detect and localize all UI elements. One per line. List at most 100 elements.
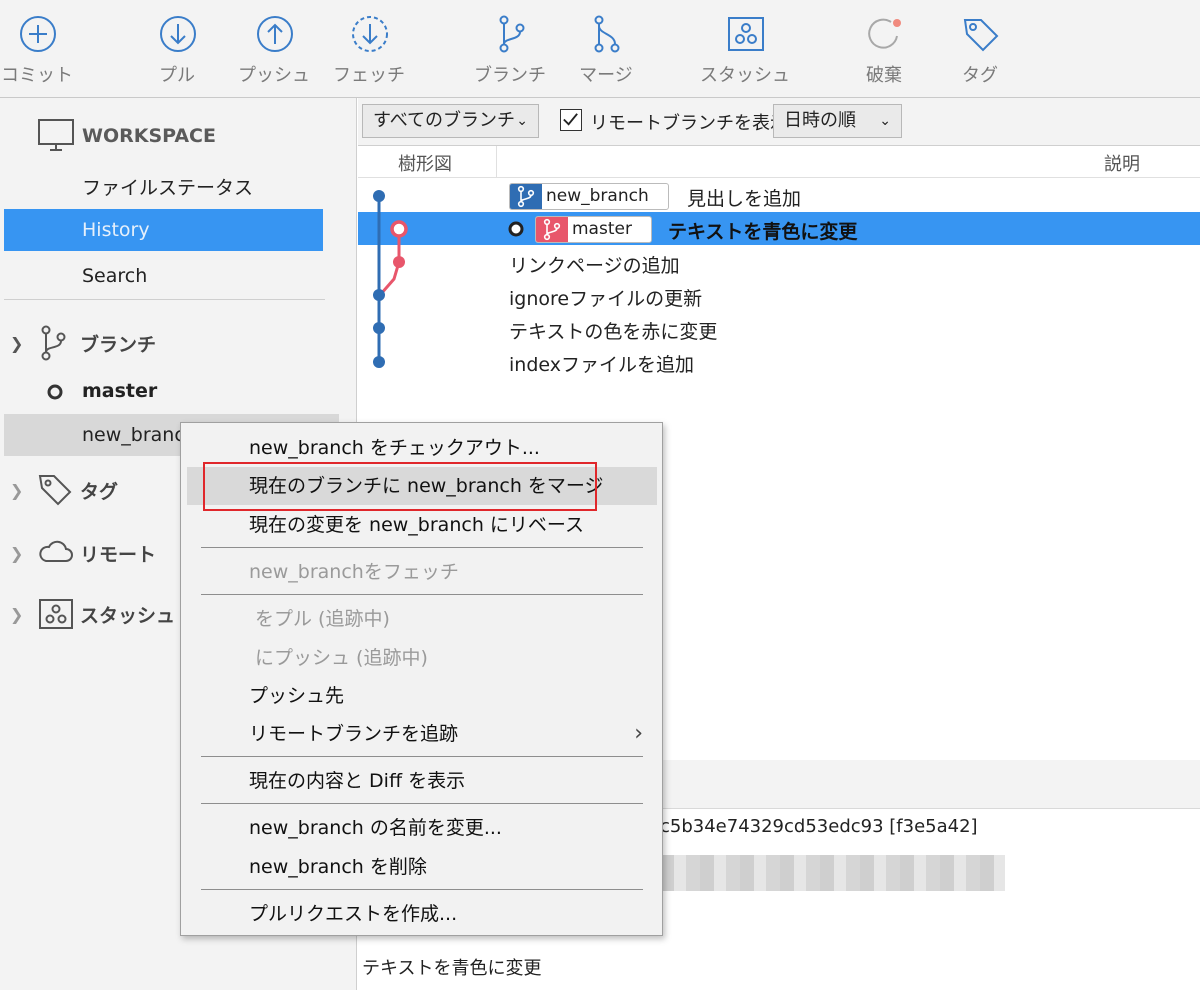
branch-button[interactable]: ブランチ — [465, 8, 555, 92]
menu-separator — [201, 547, 643, 548]
commit-message[interactable]: テキストを青色に変更 — [668, 217, 857, 244]
tag-icon — [963, 19, 999, 52]
description-column-header[interactable]: 説明 — [1104, 150, 1140, 176]
commit-label: コミット — [1, 65, 73, 86]
sidebar-item-history[interactable]: History — [4, 209, 323, 251]
branch-tag-new-branch[interactable]: new_branch — [509, 183, 669, 210]
chevron-right-icon: ❯ — [10, 605, 24, 624]
branch-name: master — [82, 380, 158, 402]
merge-label: マージ — [579, 65, 633, 86]
fetch-label: フェッチ — [333, 65, 405, 86]
menu-separator — [201, 594, 643, 595]
chevron-down-icon: ⌄ — [516, 113, 528, 129]
highlight-box — [203, 462, 597, 511]
branch-icon — [41, 325, 66, 361]
menu-item-track-remote[interactable]: リモートブランチを追跡 › — [187, 715, 657, 753]
menu-item-diff[interactable]: 現在の内容と Diff を表示 — [187, 762, 657, 800]
sort-select[interactable]: 日時の順 ⌄ — [773, 104, 902, 138]
stash-icon — [728, 17, 764, 51]
checkmark-icon — [563, 113, 578, 126]
discard-icon — [868, 18, 901, 49]
current-branch-icon — [47, 384, 63, 400]
sidebar-divider — [4, 299, 325, 300]
menu-item-push-to[interactable]: プッシュ先 — [187, 677, 657, 715]
filter-bar: すべてのブランチ ⌄ リモートブランチを表示 日時の順 ⌄ — [358, 98, 1200, 146]
commit-node — [373, 356, 385, 368]
download-icon — [160, 16, 196, 52]
chevron-right-icon: ❯ — [10, 481, 24, 500]
commit-node — [373, 322, 385, 334]
chevron-right-icon: ❯ — [10, 544, 24, 563]
branch-icon — [499, 15, 525, 53]
plus-circle-icon — [20, 16, 56, 52]
menu-item-create-pull-request[interactable]: プルリクエストを作成... — [187, 895, 657, 933]
branch-icon — [536, 217, 568, 242]
commit-hash: c5b34e74329cd53edc93 [f3e5a42] — [660, 816, 978, 837]
commit-node — [393, 256, 405, 268]
commit-button[interactable]: コミット — [0, 8, 82, 92]
menu-separator — [201, 889, 643, 890]
commit-node — [390, 220, 408, 238]
chevron-down-icon: ❯ — [10, 334, 24, 353]
toolbar: コミット プル プッシュ フェッチ ブランチ マージ スタッシュ 破棄 タグ — [0, 0, 1200, 98]
tag-icon — [38, 475, 72, 506]
commit-message[interactable]: 見出しを追加 — [687, 184, 801, 211]
branch-tag-label: master — [572, 219, 632, 239]
head-indicator-icon — [508, 221, 524, 237]
menu-item-pull-tracked: をプル (追跡中) — [255, 608, 390, 630]
cloud-icon — [39, 540, 73, 562]
stash-button[interactable]: スタッシュ — [700, 8, 790, 92]
branch-label: ブランチ — [474, 65, 546, 86]
commit-message[interactable]: テキストの色を赤に変更 — [509, 317, 717, 344]
branch-filter-value: すべてのブランチ — [373, 110, 516, 131]
branch-item-master[interactable]: master — [4, 370, 339, 412]
menu-item-rebase[interactable]: 現在の変更を new_branch にリベース — [187, 506, 657, 544]
stash-icon — [39, 599, 73, 629]
graph-column-header[interactable]: 樹形図 — [398, 150, 452, 176]
merge-icon — [594, 15, 620, 53]
commit-message[interactable]: ignoreファイルの更新 — [509, 284, 702, 311]
branch-tag-master[interactable]: master — [535, 216, 652, 243]
tag-label: タグ — [962, 65, 998, 86]
column-header: 樹形図 説明 — [358, 146, 1200, 178]
menu-item-rename[interactable]: new_branch の名前を変更... — [187, 809, 657, 847]
column-divider — [496, 146, 497, 178]
chevron-right-icon: › — [634, 721, 643, 746]
sidebar-item-search[interactable]: Search — [4, 255, 323, 297]
branch-tag-label: new_branch — [546, 186, 649, 206]
branches-label: ブランチ — [80, 334, 157, 356]
fetch-icon — [352, 16, 388, 52]
chevron-down-icon: ⌄ — [879, 113, 891, 129]
discard-label: 破棄 — [866, 65, 902, 86]
redacted-author — [660, 855, 1005, 891]
menu-item-label: リモートブランチを追跡 — [249, 723, 459, 745]
branch-filter-select[interactable]: すべてのブランチ ⌄ — [362, 104, 539, 138]
tags-label: タグ — [80, 481, 119, 503]
merge-button[interactable]: マージ — [561, 8, 651, 92]
branch-icon — [510, 184, 542, 209]
commit-message[interactable]: indexファイルを追加 — [509, 350, 694, 377]
push-label: プッシュ — [238, 65, 310, 86]
branches-group-header[interactable]: ❯ ブランチ — [0, 325, 357, 361]
show-remote-label[interactable]: リモートブランチを表示 — [590, 109, 788, 135]
tag-button[interactable]: タグ — [935, 8, 1025, 92]
fetch-button[interactable]: フェッチ — [324, 8, 414, 92]
menu-item-delete[interactable]: new_branch を削除 — [187, 848, 657, 886]
sidebar-item-file-status[interactable]: ファイルステータス — [4, 167, 323, 209]
discard-button[interactable]: 破棄 — [839, 8, 929, 92]
show-remote-checkbox[interactable] — [560, 109, 582, 131]
menu-item-fetch: new_branchをフェッチ — [249, 561, 459, 583]
menu-separator — [201, 803, 643, 804]
stash-label: スタッシュ — [700, 65, 790, 86]
commit-detail-message: テキストを青色に変更 — [362, 958, 542, 979]
pull-button[interactable]: プル — [132, 8, 222, 92]
context-menu: new_branch をチェックアウト... 現在のブランチに new_bran… — [180, 422, 663, 936]
menu-item-push-tracked: にプッシュ (追跡中) — [255, 647, 428, 669]
remote-label: リモート — [80, 544, 157, 566]
upload-icon — [257, 16, 293, 52]
workspace-title: WORKSPACE — [82, 125, 216, 147]
commit-graph — [373, 190, 408, 368]
commit-message[interactable]: リンクページの追加 — [509, 251, 680, 278]
push-button[interactable]: プッシュ — [229, 8, 319, 92]
pull-label: プル — [159, 65, 195, 86]
